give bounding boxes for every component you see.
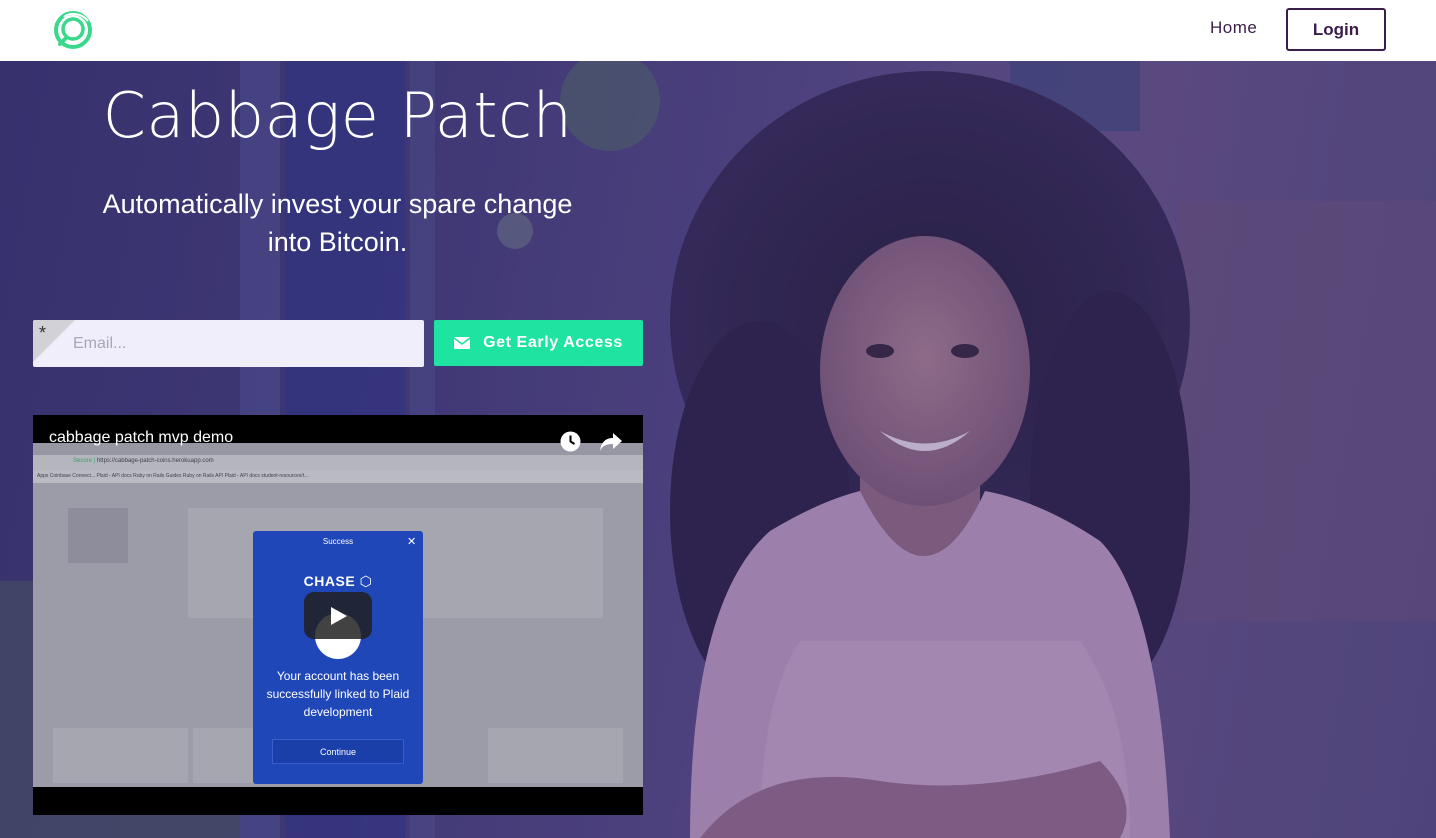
email-field-container: * (33, 320, 424, 367)
video-title[interactable]: cabbage patch mvp demo (49, 429, 233, 447)
hero-title: Cabbage Patch (102, 79, 573, 152)
modal-continue-button: Continue (272, 739, 404, 764)
chase-logo: CHASE ⬡ (253, 573, 423, 590)
modal-header: Success (322, 537, 354, 546)
success-modal: Success ✕ CHASE ⬡ Your account has been … (253, 531, 423, 784)
hero-subtitle-line-1: Automatically invest your spare change (102, 189, 573, 219)
chase-label: CHASE (303, 573, 356, 589)
email-field[interactable] (73, 320, 413, 367)
video-player[interactable]: cabbage patch mvp demo Secure | https://… (33, 415, 643, 815)
get-early-access-label: Get Early Access (483, 334, 623, 351)
cabbage-logo-icon[interactable] (52, 9, 94, 51)
required-marker: * (39, 323, 47, 343)
navbar: Home Login (0, 0, 1436, 61)
hero-subtitle: Automatically invest your spare change i… (90, 185, 585, 261)
play-icon (331, 606, 347, 625)
close-icon: ✕ (407, 536, 417, 548)
play-button[interactable] (304, 592, 372, 639)
login-button[interactable]: Login (1286, 8, 1386, 51)
hero-subtitle-line-2: into Bitcoin. (267, 227, 408, 257)
envelope-icon (454, 337, 471, 349)
nav-home-link[interactable]: Home (1210, 18, 1257, 38)
hero-section: Cabbage Patch Automatically invest your … (0, 61, 1436, 838)
get-early-access-button[interactable]: Get Early Access (434, 320, 643, 366)
clock-icon[interactable] (560, 431, 581, 452)
share-icon[interactable] (599, 432, 623, 452)
modal-message: Your account has been successfully linke… (266, 669, 410, 719)
chase-octagon-icon: ⬡ (359, 573, 373, 589)
